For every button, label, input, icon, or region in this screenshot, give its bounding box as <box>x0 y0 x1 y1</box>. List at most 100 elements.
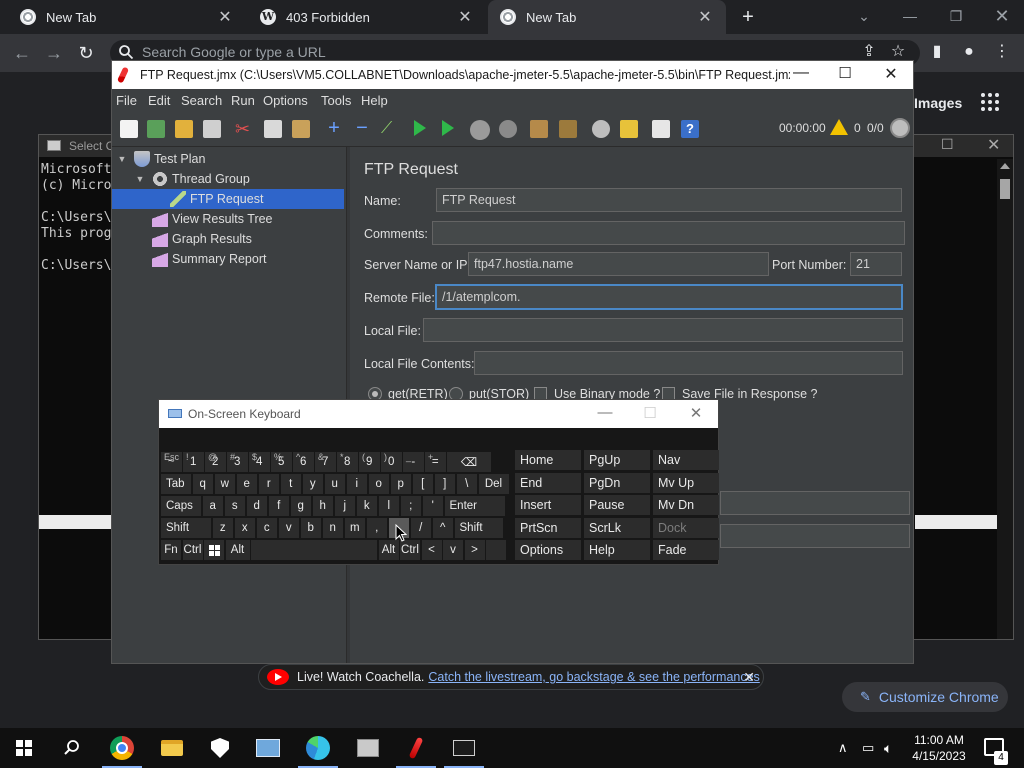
taskbar-edge[interactable] <box>294 728 342 768</box>
reload-button[interactable]: ↻ <box>74 41 98 65</box>
menu-file[interactable]: File <box>116 93 137 108</box>
tab-new-tab-2[interactable]: New Tab ✕ <box>488 0 726 34</box>
osk-key[interactable]: d <box>246 496 267 516</box>
osk-key[interactable]: v <box>443 540 463 560</box>
tree-node-ftp-request[interactable]: FTP Request <box>112 189 344 209</box>
osk-key[interactable]: Shift <box>454 518 503 538</box>
osk-key[interactable]: g <box>290 496 311 516</box>
toggle-icon[interactable]: ⟋ <box>381 120 399 138</box>
password-field[interactable] <box>720 524 910 548</box>
apps-grid-icon[interactable] <box>981 93 999 111</box>
osk-key[interactable]: m <box>344 518 365 538</box>
help-icon[interactable]: ? <box>681 120 699 138</box>
osk-key-insert[interactable]: Insert <box>515 495 581 515</box>
osk-key[interactable]: s <box>224 496 245 516</box>
paste-icon[interactable] <box>292 120 310 138</box>
start-button[interactable] <box>0 728 48 768</box>
osk-key[interactable]: Alt <box>378 540 399 560</box>
menu-options[interactable]: Options <box>263 93 308 108</box>
osk-key[interactable]: r <box>258 474 279 494</box>
search-binoculars-icon[interactable] <box>592 120 610 138</box>
osk-key[interactable]: c <box>256 518 277 538</box>
taskbar-app[interactable] <box>344 728 392 768</box>
comments-field[interactable] <box>432 221 905 245</box>
osk-key-pgdn[interactable]: PgDn <box>584 472 650 493</box>
server-field[interactable]: ftp47.hostia.name <box>468 252 769 276</box>
customize-chrome-button[interactable]: ✎ Customize Chrome <box>842 682 1008 712</box>
osk-key[interactable]: y <box>302 474 323 494</box>
taskbar-cmd[interactable] <box>440 728 488 768</box>
osk-key[interactable]: i <box>346 474 367 494</box>
osk-key[interactable]: w <box>214 474 235 494</box>
osk-key[interactable]: > <box>464 540 485 560</box>
start-icon[interactable] <box>414 120 426 136</box>
osk-key[interactable]: Caps <box>161 496 201 516</box>
remote-file-field[interactable]: /1/atemplcom. <box>435 284 903 310</box>
osk-key[interactable]: $4 <box>249 452 270 472</box>
osk-key[interactable]: ! 1 <box>183 452 204 472</box>
osk-key[interactable]: Enter <box>444 496 505 516</box>
osk-key[interactable]: , <box>366 518 387 538</box>
stop-icon[interactable] <box>470 120 490 140</box>
osk-key[interactable]: o <box>368 474 389 494</box>
taskbar-file-explorer[interactable] <box>148 728 196 768</box>
reset-search-icon[interactable] <box>620 120 638 138</box>
templates-icon[interactable] <box>147 120 165 138</box>
port-field[interactable]: 21 <box>850 252 902 276</box>
cut-icon[interactable]: ✂ <box>235 120 253 138</box>
osk-key-end[interactable]: End <box>515 472 581 493</box>
menu-help[interactable]: Help <box>361 93 388 108</box>
osk-key[interactable]: t <box>280 474 301 494</box>
osk-key[interactable]: b <box>300 518 321 538</box>
save-icon[interactable] <box>203 120 221 138</box>
close-icon[interactable]: ✕ <box>743 669 755 686</box>
close-window-button[interactable]: ✕ <box>988 4 1016 28</box>
tray-chevron-icon[interactable]: ∧ <box>838 728 848 768</box>
osk-key[interactable]: ^ <box>432 518 453 538</box>
open-folder-icon[interactable] <box>175 120 193 138</box>
osk-key[interactable]: z <box>212 518 233 538</box>
collapse-icon[interactable]: − <box>353 118 371 138</box>
osk-key[interactable]: Del <box>478 474 509 494</box>
osk-key-nav[interactable]: Nav <box>653 450 719 470</box>
osk-key-mv-dn[interactable]: Mv Dn <box>653 495 719 515</box>
osk-key[interactable]: Ctrl <box>400 540 420 560</box>
osk-key-scrlk[interactable]: ScrLk <box>584 517 650 538</box>
name-field[interactable]: FTP Request <box>436 188 902 212</box>
maximize-icon[interactable]: ☐ <box>941 136 954 153</box>
tree-node-test-plan[interactable]: ▼ Test Plan <box>116 149 205 169</box>
search-button[interactable] <box>48 728 96 768</box>
osk-space-key[interactable] <box>251 540 377 560</box>
tree-node-view-results-tree[interactable]: View Results Tree <box>152 209 273 229</box>
menu-kebab-icon[interactable]: ⋮ <box>991 41 1013 63</box>
osk-key[interactable]: _ - <box>403 452 424 472</box>
osk-key[interactable]: ; <box>400 496 421 516</box>
osk-key[interactable]: Alt <box>225 540 250 560</box>
osk-key-mv-up[interactable]: Mv Up <box>653 472 719 493</box>
taskbar-chrome[interactable] <box>98 728 146 768</box>
osk-key[interactable]: ' <box>422 496 443 516</box>
tree-node-summary-report[interactable]: Summary Report <box>152 249 266 269</box>
osk-windows-key[interactable] <box>204 540 224 560</box>
copy-icon[interactable] <box>264 120 282 138</box>
function-helper-icon[interactable] <box>652 120 670 138</box>
tree-node-thread-group[interactable]: ▼ Thread Group <box>134 169 250 189</box>
close-button[interactable]: ✕ <box>880 64 902 84</box>
osk-key-prtscn[interactable]: PrtScn <box>515 517 581 538</box>
minimize-button[interactable]: — <box>896 4 924 28</box>
osk-key-fade[interactable]: Fade <box>653 540 719 560</box>
osk-key[interactable]: * 8 <box>337 452 358 472</box>
network-icon[interactable]: ▭ <box>862 728 874 768</box>
restore-button[interactable]: ❐ <box>942 4 970 28</box>
minimize-button[interactable]: — <box>790 64 812 82</box>
shutdown-icon[interactable] <box>499 120 517 138</box>
osk-key-help[interactable]: Help <box>584 540 650 560</box>
close-button[interactable]: ✕ <box>686 404 706 422</box>
chevron-down-icon[interactable]: ▼ <box>134 174 146 184</box>
osk-key[interactable]: h <box>312 496 333 516</box>
osk-key[interactable]: Esc ~ <box>161 452 182 472</box>
osk-key[interactable]: Tab <box>161 474 191 494</box>
profile-icon[interactable]: ● <box>958 41 980 63</box>
osk-key-pgup[interactable]: PgUp <box>584 450 650 470</box>
menu-tools[interactable]: Tools <box>321 93 351 108</box>
